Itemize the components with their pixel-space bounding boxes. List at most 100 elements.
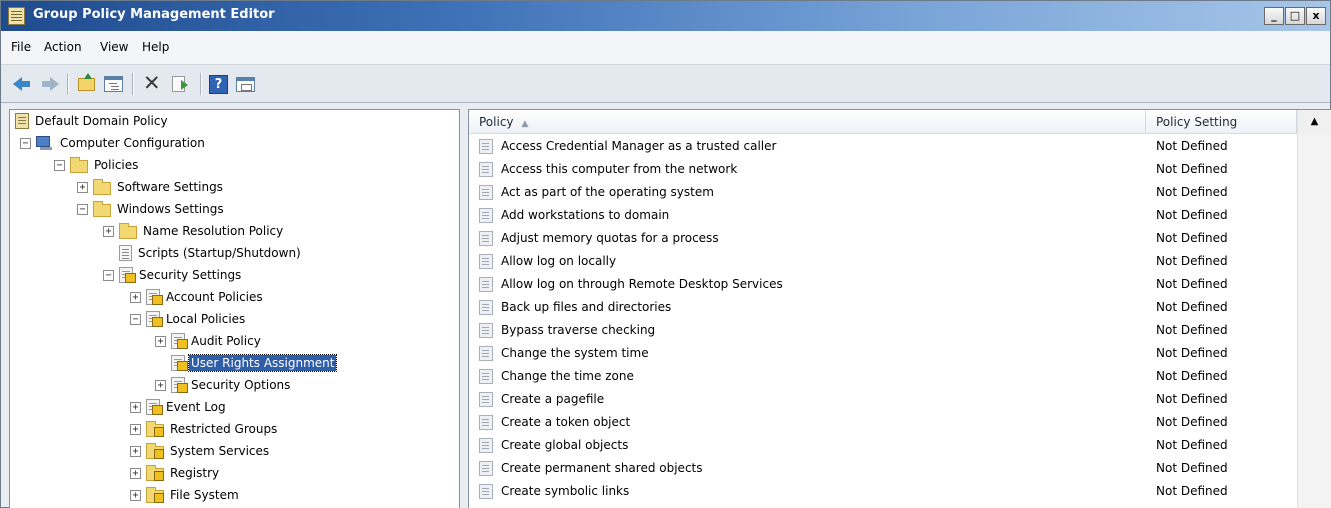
tree-node-windows-settings[interactable]: − Windows Settings xyxy=(77,198,226,220)
expand-toggle[interactable]: + xyxy=(130,467,141,479)
scrollbar-track[interactable] xyxy=(1298,134,1331,508)
up-one-level-icon xyxy=(78,73,95,91)
policy-row[interactable]: Change the time zone Not Defined xyxy=(469,365,1297,388)
expand-toggle[interactable]: + xyxy=(130,291,141,303)
tree-node-restricted-groups[interactable]: + Restricted Groups xyxy=(130,418,279,440)
policy-row[interactable]: Create a token object Not Defined xyxy=(469,411,1297,434)
tree-node-security-options[interactable]: + Security Options xyxy=(155,374,292,396)
tree-node-registry[interactable]: + Registry xyxy=(130,462,221,484)
window-controls: _ □ x xyxy=(1263,7,1326,25)
menu-action[interactable]: Action xyxy=(44,40,82,54)
tree-node-event-log[interactable]: + Event Log xyxy=(130,396,228,418)
folder-icon xyxy=(119,222,137,239)
policy-setting-value: Not Defined xyxy=(1156,231,1228,245)
policy-row[interactable]: Adjust memory quotas for a process Not De… xyxy=(469,227,1297,250)
expand-toggle[interactable]: + xyxy=(103,225,114,237)
up-one-level-button[interactable] xyxy=(77,73,97,94)
expand-toggle[interactable]: + xyxy=(130,401,141,413)
close-button[interactable]: x xyxy=(1306,7,1326,25)
menu-view[interactable]: View xyxy=(100,40,128,54)
menu-help[interactable]: Help xyxy=(142,40,169,54)
policy-setting-value: Not Defined xyxy=(1156,254,1228,268)
tree-node-software-settings[interactable]: + Software Settings xyxy=(77,176,225,198)
help-button[interactable]: ? xyxy=(209,74,229,94)
policy-name: Change the system time xyxy=(501,346,649,360)
policy-row[interactable]: Back up files and directories Not Defined xyxy=(469,296,1297,319)
vertical-scrollbar[interactable]: ▲ xyxy=(1297,110,1331,508)
back-button[interactable] xyxy=(13,74,33,94)
maximize-button[interactable]: □ xyxy=(1285,7,1305,25)
minimize-button[interactable]: _ xyxy=(1264,7,1284,25)
secured-folder-icon xyxy=(146,420,164,437)
expand-toggle[interactable]: + xyxy=(155,379,166,391)
tree-node-file-system[interactable]: + File System xyxy=(130,484,241,506)
column-header-policy[interactable]: Policy ▲ xyxy=(469,110,1146,134)
policy-row[interactable]: Allow log on locally Not Defined xyxy=(469,250,1297,273)
policy-row[interactable]: Create permanent shared objects Not Defin… xyxy=(469,457,1297,480)
policy-name: Change the time zone xyxy=(501,369,634,383)
expand-toggle[interactable]: + xyxy=(155,335,166,347)
policy-row[interactable]: Create a pagefile Not Defined xyxy=(469,388,1297,411)
collapse-toggle[interactable]: − xyxy=(54,159,65,171)
delete-button[interactable]: ✕ xyxy=(143,72,163,94)
script-icon xyxy=(119,245,132,261)
policy-item-icon xyxy=(479,208,493,223)
policy-name: Back up files and directories xyxy=(501,300,672,314)
policy-row[interactable]: Change the system time Not Defined xyxy=(469,342,1297,365)
policy-row[interactable]: Add workstations to domain Not Defined xyxy=(469,204,1297,227)
column-header-label: Policy xyxy=(479,115,514,129)
list-header: Policy ▲ Policy Setting xyxy=(469,110,1331,134)
policy-row[interactable]: Act as part of the operating system Not D… xyxy=(469,181,1297,204)
tree-node-default-domain-policy[interactable]: Default Domain Policy xyxy=(15,110,170,132)
collapse-toggle[interactable]: − xyxy=(103,269,114,281)
tree-node-label: File System xyxy=(170,488,239,502)
tree-node-policies[interactable]: − Policies xyxy=(54,154,140,176)
tree-node-system-services[interactable]: + System Services xyxy=(130,440,271,462)
gpo-icon xyxy=(15,113,29,129)
export-list-button[interactable] xyxy=(171,74,191,94)
column-header-policy-setting[interactable]: Policy Setting xyxy=(1146,110,1297,134)
policy-setting-value: Not Defined xyxy=(1156,461,1228,475)
collapse-toggle[interactable]: − xyxy=(130,313,141,325)
tree-node-label: Registry xyxy=(170,466,220,480)
properties-button[interactable] xyxy=(236,74,256,94)
console-tree[interactable]: Default Domain Policy − Computer Configu… xyxy=(9,109,460,508)
policy-node-icon xyxy=(171,355,188,371)
tree-node-account-policies[interactable]: + Account Policies xyxy=(130,286,265,308)
collapse-toggle[interactable]: − xyxy=(20,137,31,149)
policy-setting-value: Not Defined xyxy=(1156,392,1228,406)
policy-name: Create a pagefile xyxy=(501,392,605,406)
expand-toggle[interactable]: + xyxy=(130,445,141,457)
pane-splitter[interactable] xyxy=(460,109,468,508)
tree-node-local-policies[interactable]: − Local Policies xyxy=(130,308,247,330)
expand-toggle[interactable]: + xyxy=(130,423,141,435)
policy-row[interactable]: Create global objects Not Defined xyxy=(469,434,1297,457)
export-list-icon xyxy=(172,76,188,92)
expand-toggle[interactable]: + xyxy=(77,181,88,193)
policy-row[interactable]: Allow log on through Remote Desktop Serv… xyxy=(469,273,1297,296)
policy-row[interactable]: Create symbolic links Not Defined xyxy=(469,480,1297,503)
tree-node-label: Account Policies xyxy=(166,290,263,304)
policy-row[interactable]: Bypass traverse checking Not Defined xyxy=(469,319,1297,342)
tree-node-name-resolution-policy[interactable]: + Name Resolution Policy xyxy=(103,220,285,242)
scroll-up-button[interactable]: ▲ xyxy=(1298,110,1331,134)
tree-node-label: Restricted Groups xyxy=(170,422,278,436)
gpme-window: Group Policy Management Editor _ □ x Fil… xyxy=(0,0,1331,508)
collapse-toggle[interactable]: − xyxy=(77,203,88,215)
forward-button[interactable] xyxy=(41,74,61,94)
policy-row[interactable]: Access this computer from the network Not… xyxy=(469,158,1297,181)
tree-node-computer-configuration[interactable]: − Computer Configuration xyxy=(20,132,207,154)
policy-row[interactable]: Access Credential Manager as a trusted c… xyxy=(469,135,1297,158)
tree-node-security-settings[interactable]: − Security Settings xyxy=(103,264,243,286)
expand-toggle[interactable]: + xyxy=(130,489,141,501)
policy-node-icon xyxy=(146,399,163,415)
tree-node-scripts[interactable]: Scripts (Startup/Shutdown) xyxy=(119,242,303,264)
policy-setting-value: Not Defined xyxy=(1156,438,1228,452)
menu-file[interactable]: File xyxy=(11,40,31,54)
menu-bar: File Action View Help xyxy=(1,31,1330,65)
show-hide-console-tree-button[interactable] xyxy=(104,74,124,94)
tree-node-user-rights-assignment[interactable]: User Rights Assignment xyxy=(171,352,338,374)
help-icon: ? xyxy=(209,75,228,94)
title-bar[interactable]: Group Policy Management Editor _ □ x xyxy=(1,1,1330,31)
tree-node-audit-policy[interactable]: + Audit Policy xyxy=(155,330,263,352)
